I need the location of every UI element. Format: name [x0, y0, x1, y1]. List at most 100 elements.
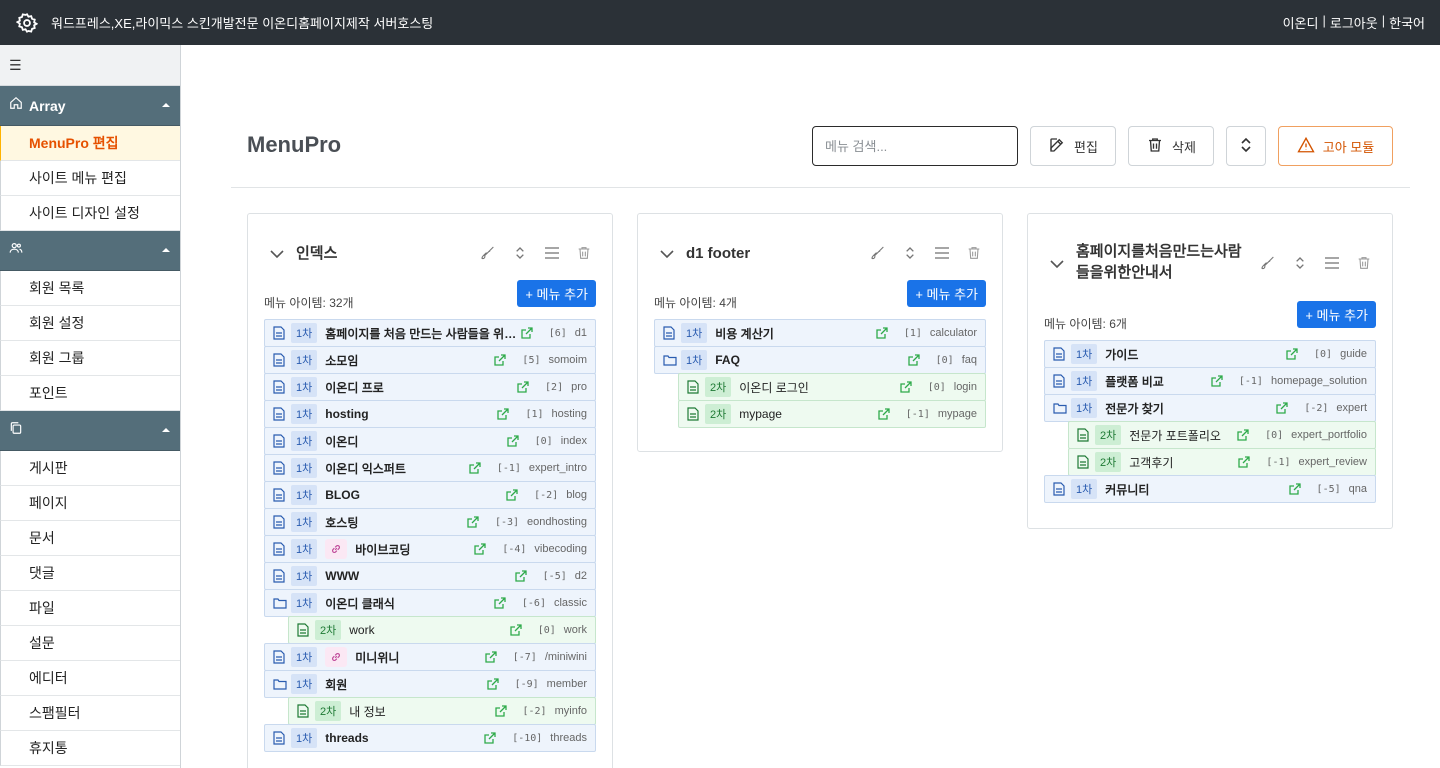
menu-lines-icon[interactable]: [542, 243, 562, 263]
external-link-icon[interactable]: [485, 650, 499, 664]
external-link-icon[interactable]: [506, 434, 521, 448]
brush-icon[interactable]: [1258, 253, 1278, 273]
sidebar-item[interactable]: 문서: [0, 521, 180, 556]
gear-icon[interactable]: [16, 12, 38, 34]
menu-item-name[interactable]: 홈페이지를 처음 만드는 사람들을 위한…: [325, 325, 520, 342]
sidebar-item[interactable]: MenuPro 편집: [0, 126, 180, 161]
menu-item-row[interactable]: 1차 이온디 익스퍼트 [-1] expert_intro: [264, 454, 596, 482]
menu-item-name[interactable]: FAQ: [715, 353, 907, 367]
external-link-icon[interactable]: [506, 488, 520, 502]
chevron-down-icon[interactable]: [270, 246, 284, 264]
menu-item-name[interactable]: hosting: [325, 407, 497, 421]
menu-item-row[interactable]: 1차 미니위니 [-7] /miniwini: [264, 643, 596, 671]
menu-item-row[interactable]: 1차 커뮤니티 [-5] qna: [1044, 475, 1376, 503]
menu-item-name[interactable]: 고객후기: [1129, 454, 1238, 471]
external-link-icon[interactable]: [497, 407, 511, 421]
delete-button[interactable]: 삭제: [1128, 126, 1214, 166]
logout-link[interactable]: 로그아웃: [1330, 13, 1378, 32]
external-link-icon[interactable]: [510, 623, 524, 637]
sidebar-item[interactable]: 에디터: [0, 661, 180, 696]
add-menu-button[interactable]: + 메뉴 추가: [517, 280, 596, 307]
menu-item-row[interactable]: 2차 work [0] work: [288, 616, 596, 644]
menu-item-name[interactable]: 소모임: [325, 352, 494, 369]
external-link-icon[interactable]: [1288, 482, 1303, 496]
menu-item-row[interactable]: 2차 내 정보 [-2] myinfo: [288, 697, 596, 725]
brush-icon[interactable]: [868, 243, 888, 263]
menu-item-name[interactable]: 내 정보: [349, 703, 494, 720]
hamburger-icon[interactable]: ☰: [9, 57, 22, 74]
external-link-icon[interactable]: [469, 461, 483, 475]
menu-item-name[interactable]: 이온디 익스퍼트: [325, 460, 469, 477]
menu-item-name[interactable]: BLOG: [325, 488, 506, 502]
menu-item-row[interactable]: 1차 회원 [-9] member: [264, 670, 596, 698]
updown-icon[interactable]: [900, 243, 920, 263]
orphan-module-button[interactable]: 고아 모듈: [1278, 126, 1393, 166]
sidebar-item[interactable]: 게시판: [0, 451, 180, 486]
updown-icon[interactable]: [1290, 253, 1310, 273]
menu-item-name[interactable]: 이온디: [325, 433, 506, 450]
sidebar-group-site[interactable]: Array: [0, 86, 180, 126]
menu-item-name[interactable]: 전문가 찾기: [1105, 400, 1276, 417]
menu-item-row[interactable]: 1차 FAQ [0] faq: [654, 346, 986, 374]
menu-item-row[interactable]: 1차 홈페이지를 처음 만드는 사람들을 위한… [6] d1: [264, 319, 596, 347]
menu-item-name[interactable]: 호스팅: [325, 514, 467, 531]
trash-icon[interactable]: [1354, 253, 1374, 273]
menu-item-row[interactable]: 2차 이온디 로그인 [0] login: [678, 373, 986, 401]
add-menu-button[interactable]: + 메뉴 추가: [907, 280, 986, 307]
external-link-icon[interactable]: [515, 569, 529, 583]
menu-item-row[interactable]: 1차 WWW [-5] d2: [264, 562, 596, 590]
menu-item-row[interactable]: 1차 비용 계산기 [1] calculator: [654, 319, 986, 347]
add-menu-button[interactable]: + 메뉴 추가: [1297, 301, 1376, 328]
trash-icon[interactable]: [574, 243, 594, 263]
sidebar-item[interactable]: 회원 목록: [0, 271, 180, 306]
user-name-link[interactable]: 이온디: [1283, 13, 1319, 32]
external-link-icon[interactable]: [1286, 347, 1300, 361]
external-link-icon[interactable]: [1276, 401, 1290, 415]
updown-icon[interactable]: [510, 243, 530, 263]
language-link[interactable]: 한국어: [1389, 13, 1425, 32]
menu-item-name[interactable]: 가이드: [1105, 346, 1286, 363]
external-link-icon[interactable]: [494, 596, 508, 610]
menu-item-name[interactable]: 커뮤니티: [1105, 481, 1288, 498]
external-link-icon[interactable]: [1237, 428, 1251, 442]
external-link-icon[interactable]: [1238, 455, 1252, 469]
external-link-icon[interactable]: [876, 326, 890, 340]
sidebar-item[interactable]: 사이트 디자인 설정: [0, 196, 180, 231]
menu-item-name[interactable]: 비용 계산기: [715, 325, 876, 342]
trash-icon[interactable]: [964, 243, 984, 263]
menu-lines-icon[interactable]: [932, 243, 952, 263]
external-link-icon[interactable]: [1211, 374, 1225, 388]
sidebar-item[interactable]: 댓글: [0, 556, 180, 591]
sidebar-item[interactable]: 스팸필터: [0, 696, 180, 731]
menu-item-row[interactable]: 2차 고객후기 [-1] expert_review: [1068, 448, 1376, 476]
menu-item-name[interactable]: threads: [325, 731, 484, 745]
menu-item-row[interactable]: 1차 threads [-10] threads: [264, 724, 596, 752]
brush-icon[interactable]: [478, 243, 498, 263]
external-link-icon[interactable]: [517, 380, 531, 394]
external-link-icon[interactable]: [878, 407, 892, 421]
external-link-icon[interactable]: [467, 515, 481, 529]
external-link-icon[interactable]: [474, 542, 488, 556]
sidebar-item[interactable]: 회원 그룹: [0, 341, 180, 376]
sidebar-group-members[interactable]: [0, 231, 180, 271]
menu-item-row[interactable]: 1차 호스팅 [-3] eondhosting: [264, 508, 596, 536]
menu-item-name[interactable]: 바이브코딩: [355, 541, 474, 558]
menu-item-row[interactable]: 1차 가이드 [0] guide: [1044, 340, 1376, 368]
sidebar-item[interactable]: 사이트 메뉴 편집: [0, 161, 180, 196]
sidebar-item[interactable]: 파일: [0, 591, 180, 626]
external-link-icon[interactable]: [486, 677, 501, 691]
external-link-icon[interactable]: [494, 704, 509, 718]
menu-item-row[interactable]: 1차 소모임 [5] somoim: [264, 346, 596, 374]
external-link-icon[interactable]: [521, 326, 535, 340]
site-title[interactable]: 워드프레스,XE,라이믹스 스킨개발전문 이온디홈페이지제작 서버호스팅: [51, 13, 433, 32]
menu-item-row[interactable]: 2차 mypage [-1] mypage: [678, 400, 986, 428]
sort-button[interactable]: [1226, 126, 1266, 166]
sidebar-group-content[interactable]: [0, 411, 180, 451]
menu-lines-icon[interactable]: [1322, 253, 1342, 273]
menu-item-name[interactable]: 이온디 프로: [325, 379, 517, 396]
sidebar-item[interactable]: 설문: [0, 626, 180, 661]
menu-item-name[interactable]: mypage: [739, 407, 878, 421]
chevron-down-icon[interactable]: [660, 246, 674, 264]
menu-item-name[interactable]: 회원: [325, 676, 486, 693]
sidebar-item[interactable]: 포인트: [0, 376, 180, 411]
